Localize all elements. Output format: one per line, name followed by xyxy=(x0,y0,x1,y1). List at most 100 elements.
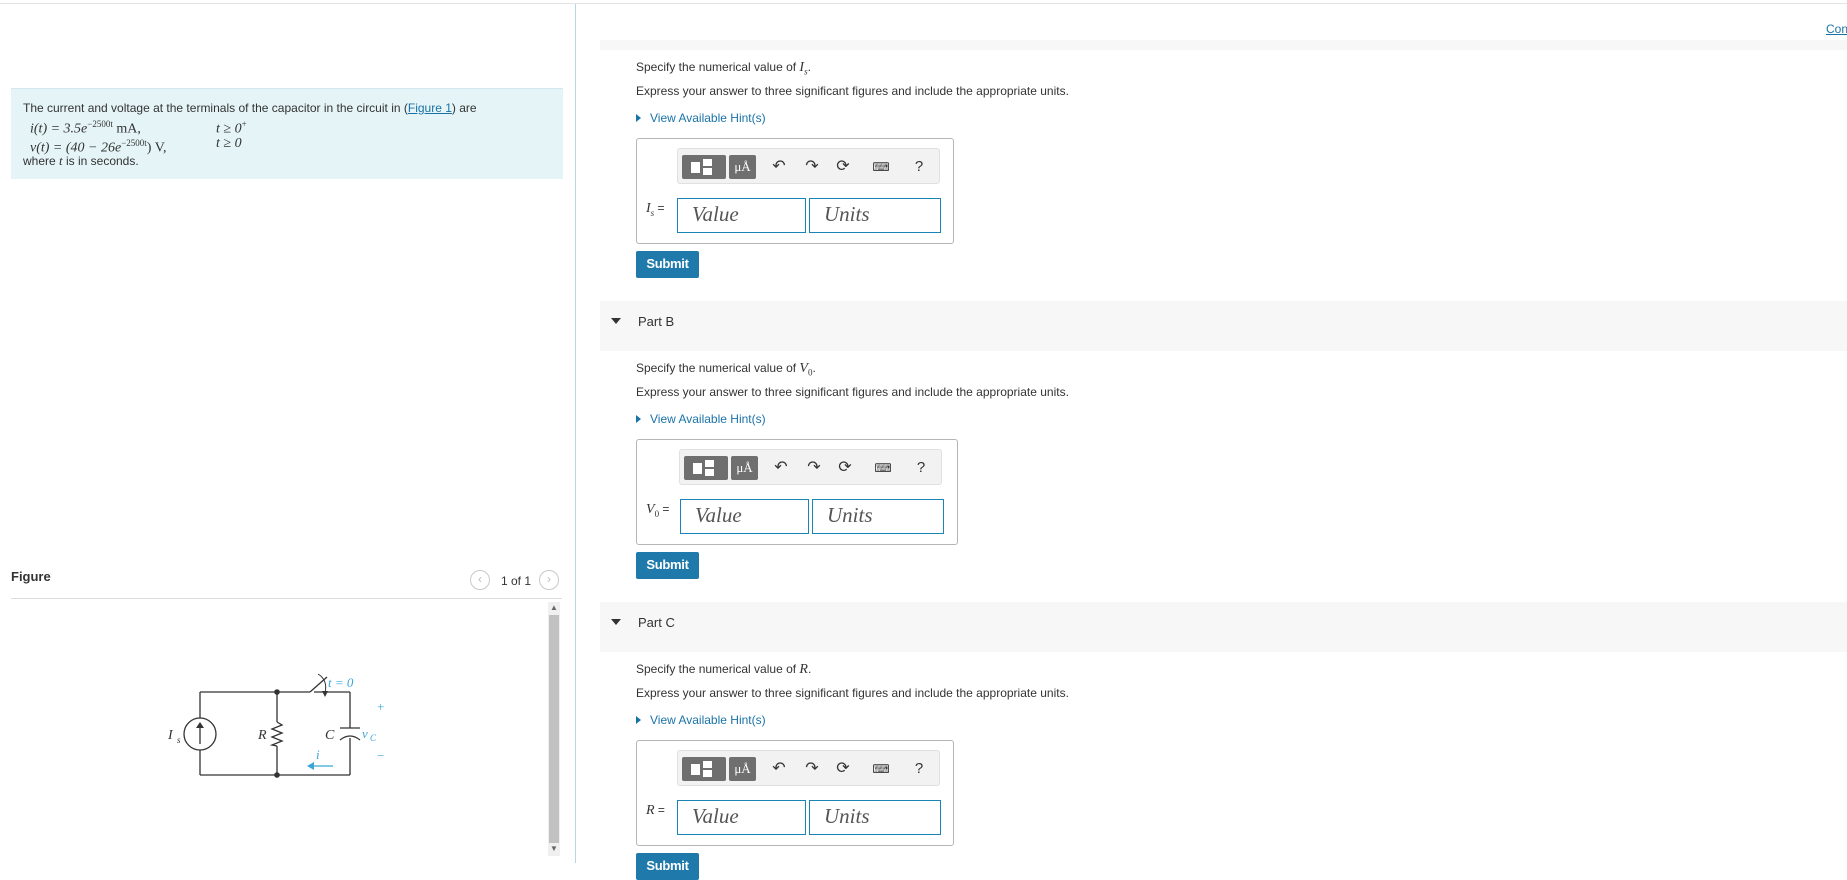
help-button[interactable]: ? xyxy=(910,158,928,176)
redo-icon[interactable]: ↷ xyxy=(803,760,821,778)
eq2-condition: t ≥ 0 xyxy=(216,136,242,151)
intro-text: The current and voltage at the terminals… xyxy=(23,101,408,115)
part-a-hint-label: View Available Hint(s) xyxy=(650,111,766,125)
eq1-exponent: −2500t xyxy=(87,119,113,129)
part-a-spec-pre: Specify the numerical value of xyxy=(636,60,800,74)
units-button[interactable]: μÅ xyxy=(731,456,758,480)
figure-next-button[interactable]: › xyxy=(539,570,559,590)
part-b-spec-pre: Specify the numerical value of xyxy=(636,361,800,375)
part-b-spec-post: . xyxy=(812,361,816,375)
part-c-hint-link[interactable]: View Available Hint(s) xyxy=(636,713,766,727)
figure-divider xyxy=(11,598,562,599)
voltage-subscript: C xyxy=(370,733,377,743)
part-c-answer-box: μÅ ↶ ↷ ⟳ ⌨ ? R = Value Units xyxy=(636,740,954,846)
voltage-equation: v(t) = (40 − 26e−2500t) V, t ≥ 0 xyxy=(23,135,551,156)
part-a-submit-button[interactable]: Submit xyxy=(636,251,699,278)
keyboard-icon[interactable]: ⌨ xyxy=(872,760,890,778)
caret-down-icon[interactable] xyxy=(611,318,621,324)
caret-right-icon xyxy=(636,716,641,724)
part-c-toolbar: μÅ ↶ ↷ ⟳ ⌨ ? xyxy=(677,750,940,786)
scroll-down-arrow-icon[interactable]: ▼ xyxy=(548,843,560,855)
circuit-diagram: I s R t = 0 C + v C − i xyxy=(167,673,384,778)
capacitor-label: C xyxy=(325,728,335,743)
units-button[interactable]: μÅ xyxy=(729,155,756,179)
reset-icon[interactable]: ⟳ xyxy=(836,459,854,477)
figure-scroll-thumb[interactable] xyxy=(549,615,559,843)
caret-down-icon[interactable] xyxy=(611,619,621,625)
templates-button[interactable] xyxy=(682,757,726,781)
top-border xyxy=(0,3,1847,4)
part-a-header-band xyxy=(600,40,1847,50)
minus-label: − xyxy=(377,748,384,763)
continue-link[interactable]: Con xyxy=(1826,22,1847,36)
where-post: is in seconds. xyxy=(62,154,139,168)
part-b-submit-button[interactable]: Submit xyxy=(636,552,699,579)
template-icon-part xyxy=(705,460,714,467)
chevron-right-icon: › xyxy=(547,572,551,586)
voltage-label: v xyxy=(362,726,368,741)
templates-button[interactable] xyxy=(682,155,726,179)
templates-button[interactable] xyxy=(684,456,728,480)
part-c-submit-button[interactable]: Submit xyxy=(636,853,699,880)
reset-icon[interactable]: ⟳ xyxy=(834,760,852,778)
part-b-value-input[interactable]: Value xyxy=(680,499,809,534)
part-c-spec-post: . xyxy=(807,662,812,676)
plus-label: + xyxy=(377,699,384,714)
where-pre: where xyxy=(23,154,60,168)
template-icon xyxy=(691,162,700,173)
part-b-toolbar: μÅ ↶ ↷ ⟳ ⌨ ? xyxy=(679,449,942,485)
part-c-title[interactable]: Part C xyxy=(638,615,675,630)
part-b-label-var: V xyxy=(646,502,655,517)
part-c-value-input[interactable]: Value xyxy=(677,800,806,835)
part-c-spec-var: R xyxy=(799,662,808,677)
template-icon-part xyxy=(703,159,712,166)
part-b-hint-link[interactable]: View Available Hint(s) xyxy=(636,412,766,426)
part-c-spec: Specify the numerical value of R. xyxy=(636,662,811,678)
scroll-up-arrow-icon[interactable]: ▲ xyxy=(548,602,560,614)
keyboard-icon[interactable]: ⌨ xyxy=(874,459,892,477)
problem-intro-line: The current and voltage at the terminals… xyxy=(23,101,551,116)
help-button[interactable]: ? xyxy=(910,760,928,778)
current-equation: i(t) = 3.5e−2500t mA, t ≥ 0+ xyxy=(23,116,551,137)
chevron-left-icon: ‹ xyxy=(478,572,482,586)
part-b-title[interactable]: Part B xyxy=(638,314,674,329)
switch xyxy=(309,673,328,697)
part-b-express: Express your answer to three significant… xyxy=(636,385,1069,399)
figure-link[interactable]: Figure 1 xyxy=(408,101,452,115)
part-b-answer-label: V0 = xyxy=(646,502,669,519)
part-b-units-input[interactable]: Units xyxy=(812,499,944,534)
part-c-header[interactable] xyxy=(600,602,1847,652)
units-button[interactable]: μÅ xyxy=(729,757,756,781)
caret-right-icon xyxy=(636,114,641,122)
part-a-label-eq: = xyxy=(654,201,665,215)
resistor xyxy=(269,721,284,747)
figure-prev-button[interactable]: ‹ xyxy=(470,570,490,590)
part-c-units-input[interactable]: Units xyxy=(809,800,941,835)
part-a-hint-link[interactable]: View Available Hint(s) xyxy=(636,111,766,125)
switch-label: t = 0 xyxy=(328,675,354,690)
part-a-units-input[interactable]: Units xyxy=(809,198,941,233)
current-label: i xyxy=(316,747,320,762)
template-icon-part xyxy=(703,770,712,777)
template-icon-part xyxy=(703,761,712,768)
part-c-express: Express your answer to three significant… xyxy=(636,686,1069,700)
part-b-header[interactable] xyxy=(600,301,1847,351)
undo-icon[interactable]: ↶ xyxy=(770,760,788,778)
undo-icon[interactable]: ↶ xyxy=(770,158,788,176)
keyboard-icon[interactable]: ⌨ xyxy=(872,158,890,176)
help-button[interactable]: ? xyxy=(912,459,930,477)
redo-icon[interactable]: ↷ xyxy=(805,459,823,477)
problem-statement: The current and voltage at the terminals… xyxy=(11,88,563,179)
template-icon xyxy=(691,764,700,775)
reset-icon[interactable]: ⟳ xyxy=(834,158,852,176)
part-a-toolbar: μÅ ↶ ↷ ⟳ ⌨ ? xyxy=(677,148,940,184)
redo-icon[interactable]: ↷ xyxy=(803,158,821,176)
panel-divider xyxy=(575,4,576,863)
part-c-spec-pre: Specify the numerical value of xyxy=(636,662,800,676)
node-top xyxy=(274,689,280,695)
part-c-hint-label: View Available Hint(s) xyxy=(650,713,766,727)
part-a-value-input[interactable]: Value xyxy=(677,198,806,233)
part-a-express: Express your answer to three significant… xyxy=(636,84,1069,98)
part-b-spec: Specify the numerical value of V0. xyxy=(636,361,816,377)
undo-icon[interactable]: ↶ xyxy=(772,459,790,477)
